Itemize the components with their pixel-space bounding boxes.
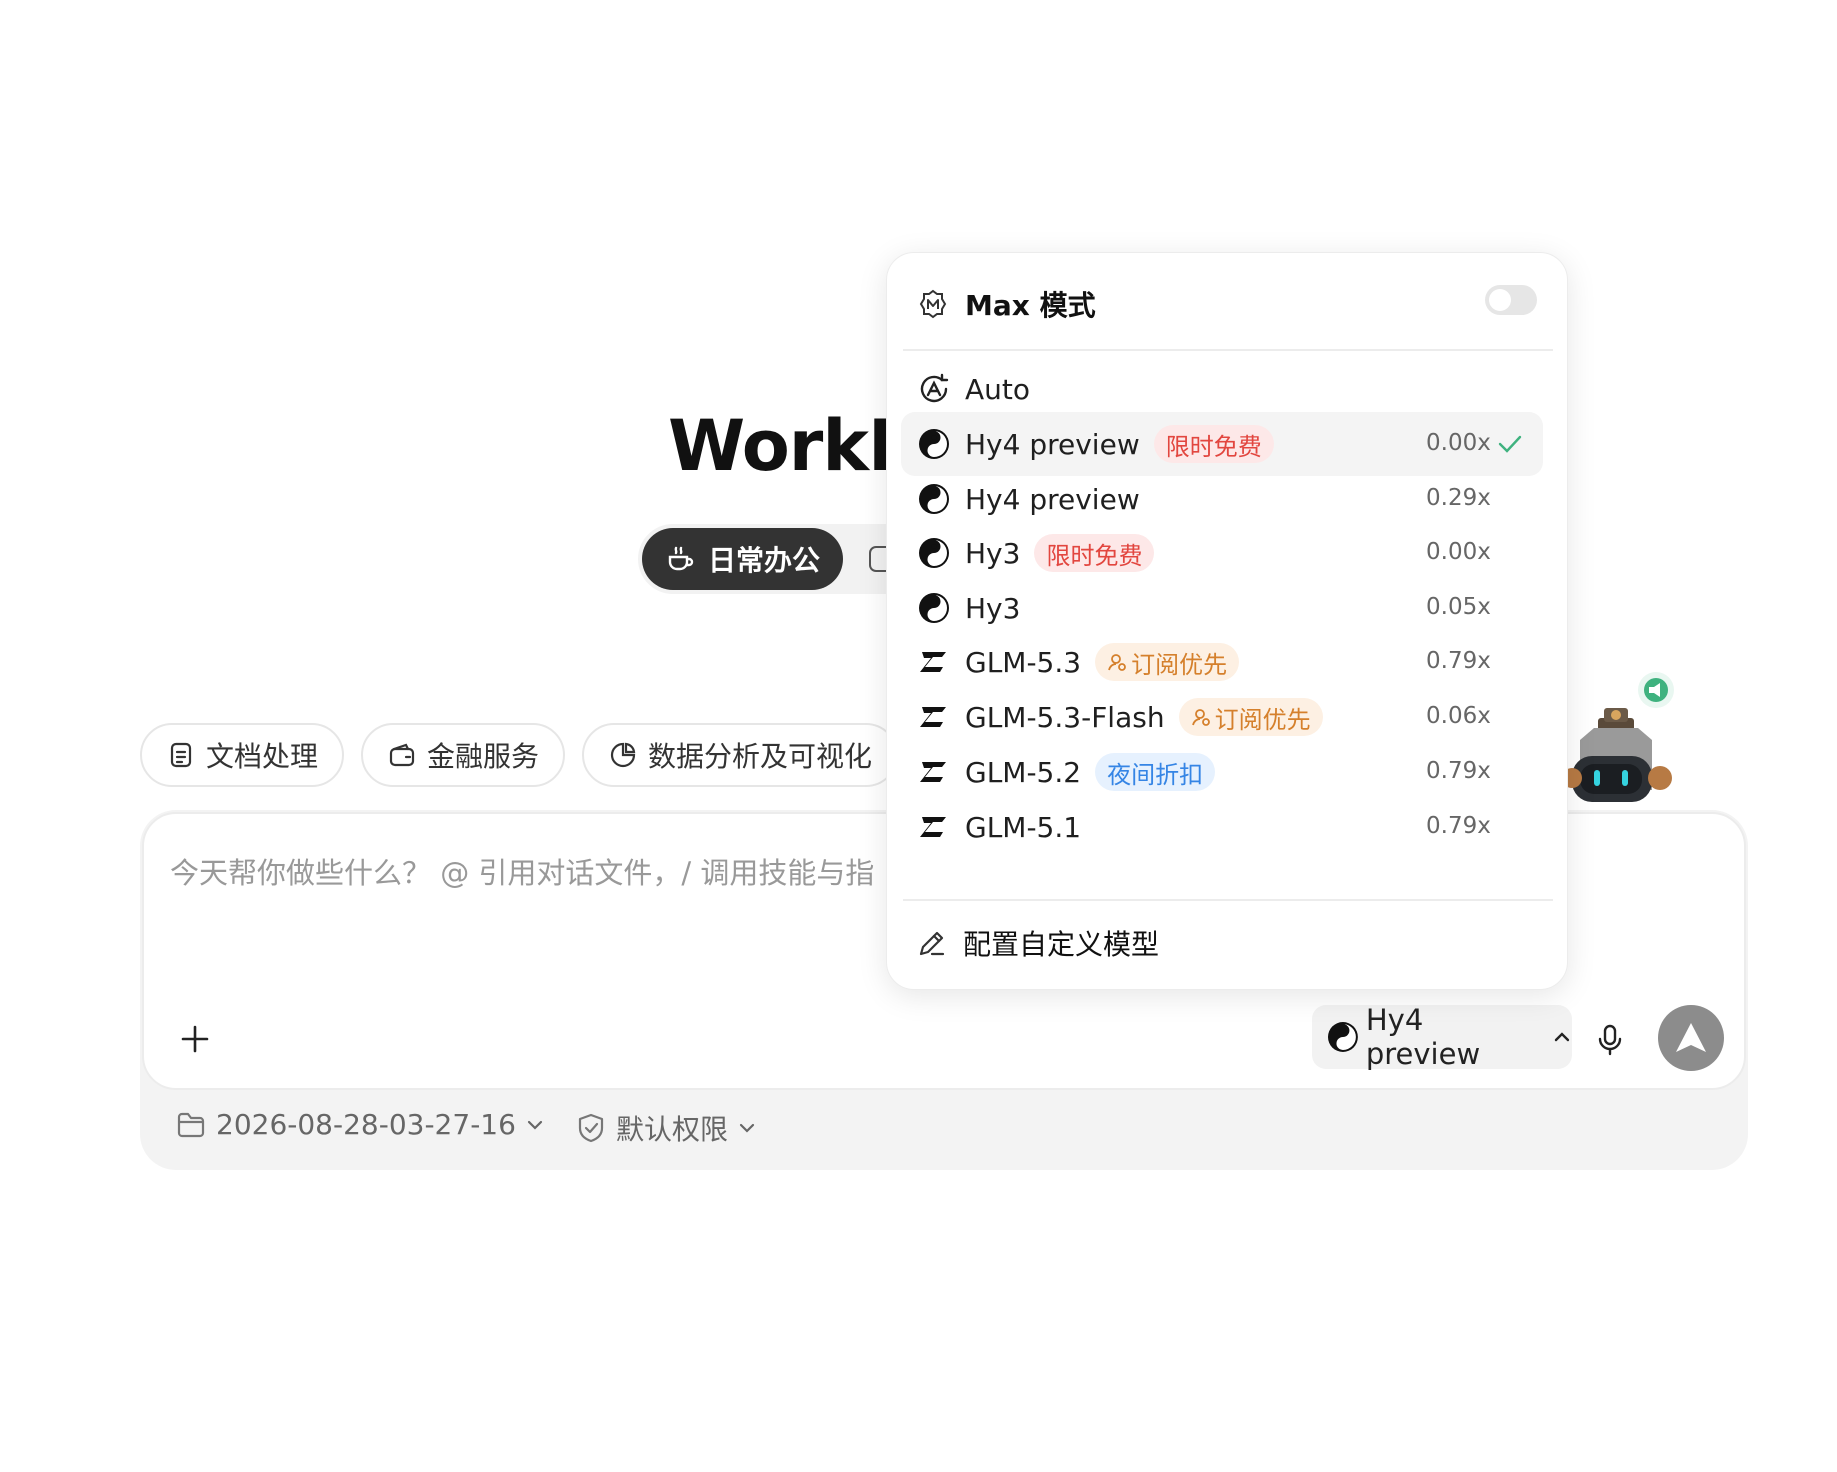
user-icon [1191, 709, 1210, 726]
send-button[interactable] [1658, 1005, 1724, 1071]
coffee-cup-icon [668, 546, 694, 571]
badge-subscription-priority: 订阅优先 [1095, 643, 1240, 681]
cost-multiplier: 0.79x [1426, 758, 1491, 784]
zhipu-icon [920, 652, 946, 672]
auto-icon [920, 373, 949, 403]
max-mode-icon [919, 289, 947, 319]
permission-label: 默认权限 [616, 1113, 729, 1146]
wallet-icon [389, 743, 415, 767]
divider [903, 349, 1553, 351]
zhipu-icon [920, 707, 946, 727]
prompt-input[interactable]: 今天帮你做些什么？ @ 引用对话文件，/ 调用技能与指 [170, 850, 890, 892]
config-label: 配置自定义模型 [963, 928, 1160, 961]
model-name: Auto [965, 372, 1031, 406]
model-dropdown: Max 模式 Auto Hy4 preview 限时免费 0.00x Hy4 p… [886, 252, 1568, 990]
model-name: Hy4 preview [965, 482, 1140, 516]
cost-multiplier: 0.00x [1426, 539, 1491, 565]
quick-chips: 文档处理 金融服务 数据分析及可视化 [140, 723, 899, 787]
cost-multiplier: 0.00x [1426, 430, 1491, 456]
workspace-selector[interactable]: 2026-08-28-03-27-16 [176, 1108, 544, 1141]
folder-icon [177, 1112, 205, 1137]
model-name: GLM-5.1 [965, 810, 1082, 844]
configure-custom-model[interactable]: 配置自定义模型 [917, 923, 1159, 963]
model-option-glm-5-1[interactable]: GLM-5.1 0.79x [901, 795, 1543, 859]
max-mode-toggle[interactable] [1485, 285, 1537, 315]
model-name: Hy3 [965, 591, 1021, 625]
chip-label: 数据分析及可视化 [648, 740, 873, 773]
mascot-robot[interactable] [1560, 660, 1680, 810]
check-icon [1498, 435, 1522, 453]
hunyuan-icon [919, 538, 949, 568]
document-icon [170, 742, 192, 768]
model-selector-label: Hy4 preview [1365, 1003, 1481, 1071]
user-icon [1108, 654, 1126, 671]
chip-document[interactable]: 文档处理 [140, 723, 345, 787]
chip-data-analysis[interactable]: 数据分析及可视化 [582, 723, 899, 787]
tab-label: 日常办公 [708, 544, 821, 577]
model-list: Auto Hy4 preview 限时免费 0.00x Hy4 preview … [901, 357, 1557, 899]
hunyuan-icon [919, 484, 949, 514]
robot-icon [1562, 672, 1674, 802]
pie-chart-icon [610, 742, 636, 768]
model-name: GLM-5.2 [965, 755, 1082, 789]
model-selector-button[interactable]: Hy4 preview [1312, 1003, 1572, 1071]
cost-multiplier: 0.79x [1426, 813, 1491, 839]
pencil-icon [919, 931, 945, 956]
permission-selector[interactable]: 默认权限 [576, 1108, 756, 1148]
chevron-down-icon [527, 1120, 543, 1130]
chevron-up-icon [1554, 1032, 1570, 1042]
divider [903, 899, 1553, 901]
badge-night-discount: 夜间折扣 [1095, 753, 1216, 791]
plus-icon[interactable] [180, 1024, 210, 1054]
model-name: Hy4 preview [965, 427, 1140, 461]
max-mode-row: Max 模式 [917, 283, 1537, 325]
hunyuan-icon [919, 593, 949, 623]
badge-limited-free: 限时免费 [1034, 534, 1155, 572]
microphone-icon[interactable] [1596, 1024, 1624, 1056]
zhipu-icon [920, 762, 946, 782]
model-name: GLM-5.3 [965, 645, 1082, 679]
hunyuan-icon [1327, 1022, 1358, 1052]
badge-subscription-priority: 订阅优先 [1178, 698, 1323, 736]
max-mode-label: Max 模式 [965, 289, 1096, 322]
chip-finance[interactable]: 金融服务 [361, 723, 566, 787]
workspace-label: 2026-08-28-03-27-16 [216, 1108, 516, 1141]
chip-label: 文档处理 [206, 740, 319, 773]
send-arrow-icon [1676, 1023, 1706, 1052]
tab-daily-office[interactable]: 日常办公 [642, 528, 843, 590]
chip-label: 金融服务 [427, 740, 540, 773]
model-name: GLM-5.3-Flash [965, 700, 1165, 734]
zhipu-icon [920, 817, 946, 837]
shield-check-icon [578, 1113, 604, 1143]
badge-limited-free: 限时免费 [1153, 425, 1274, 463]
cost-multiplier: 0.29x [1426, 485, 1491, 511]
cost-multiplier: 0.06x [1426, 703, 1491, 729]
chevron-down-icon [739, 1123, 755, 1133]
model-name: Hy3 [965, 536, 1021, 570]
cost-multiplier: 0.79x [1426, 648, 1491, 674]
hunyuan-icon [919, 429, 949, 459]
cost-multiplier: 0.05x [1426, 594, 1491, 620]
